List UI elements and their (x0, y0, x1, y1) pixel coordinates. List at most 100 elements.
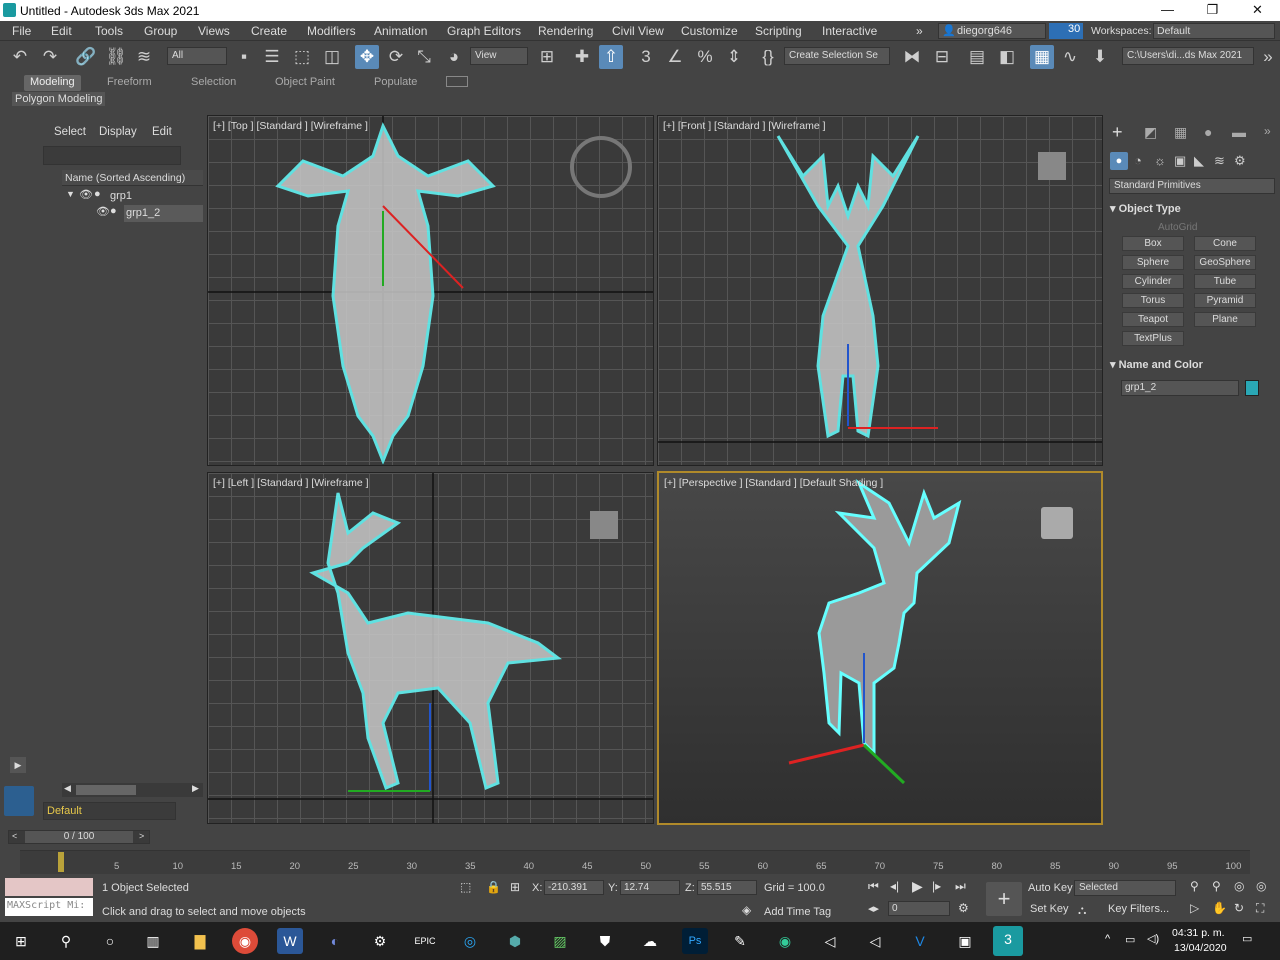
key-filters-button[interactable]: Key Filters... (1108, 903, 1169, 915)
viewcube-icon[interactable] (1041, 507, 1073, 539)
geometry-icon[interactable]: ● (1110, 152, 1128, 170)
y-coordinate-field[interactable]: 12.74 (620, 880, 680, 895)
spacewarps-icon[interactable]: ≋ (1214, 153, 1225, 169)
move-icon[interactable]: ✥ (355, 45, 379, 69)
viewport-label[interactable]: [+] [Left ] [Standard ] [Wireframe ] (213, 477, 369, 489)
prev-key-icon[interactable]: ◂| (890, 879, 899, 893)
textplus-button[interactable]: TextPlus (1122, 331, 1184, 346)
snap-icon[interactable]: 3 (634, 45, 658, 69)
set-key-button[interactable]: Set Key (1030, 903, 1069, 915)
menu-civil-view[interactable]: Civil View (612, 24, 664, 38)
track-bar[interactable]: 5 10 15 20 25 30 35 40 45 50 55 60 65 70 75 80 85 90 95 100 (20, 850, 1250, 874)
app-icon-green[interactable]: ◉ (772, 928, 798, 954)
auto-key-button[interactable]: Auto Key (1028, 882, 1073, 894)
viewport-top[interactable]: [+] [Top ] [Standard ] [Wireframe ] (207, 115, 654, 466)
current-frame-field[interactable]: 0 (888, 901, 950, 916)
epic-games-icon[interactable]: EPIC (412, 928, 438, 954)
curve-editor-icon[interactable]: ∿ (1058, 45, 1082, 69)
viewport-front[interactable]: [+] [Front ] [Standard ] [Wireframe ] (657, 115, 1103, 466)
rotate-icon[interactable]: ⟳ (384, 45, 408, 69)
set-key-big-icon[interactable]: + (986, 882, 1022, 916)
key-set-dropdown[interactable]: Selected (1074, 880, 1176, 896)
menu-customize[interactable]: Customize (681, 24, 738, 38)
soundcloud-icon[interactable]: ☁ (637, 928, 663, 954)
helpers-icon[interactable]: ◣ (1194, 153, 1204, 169)
z-coordinate-field[interactable]: 55.515 (697, 880, 757, 895)
unlink-icon[interactable]: ⛓ (104, 45, 128, 69)
maximize-viewport-icon[interactable]: ⛶ (1256, 901, 1264, 916)
autogrid-checkbox[interactable]: AutoGrid (1158, 222, 1197, 233)
zoom-extents-icon[interactable]: ◎ (1234, 879, 1244, 893)
eye-icon[interactable]: 👁 (96, 205, 110, 218)
key-mode-icon[interactable]: ◂▸ (868, 902, 879, 915)
tab-freeform[interactable]: Freeform (107, 75, 152, 91)
render-setup-icon[interactable]: ⬇ (1088, 45, 1112, 69)
select-object-icon[interactable]: ▪ (232, 45, 256, 69)
hierarchy-tab-icon[interactable]: ▦ (1174, 124, 1187, 141)
app-icon-chart[interactable]: ▨ (547, 928, 573, 954)
menu-modifiers[interactable]: Modifiers (307, 24, 356, 38)
box-button[interactable]: Box (1122, 236, 1184, 251)
color-swatch[interactable] (1245, 380, 1259, 396)
prev-frame-icon[interactable]: < (12, 831, 17, 841)
motion-tab-icon[interactable]: ● (1204, 124, 1212, 140)
3dsmax-taskbar-icon[interactable]: 3 (993, 926, 1023, 956)
viewport-label[interactable]: [+] [Front ] [Standard ] [Wireframe ] (663, 120, 826, 132)
scroll-left-icon[interactable]: ◀ (64, 783, 71, 794)
named-selection-icon[interactable]: {} (756, 45, 780, 69)
maxscript-listener[interactable] (5, 878, 93, 896)
time-config-icon[interactable]: ⚙ (958, 901, 969, 915)
sphere-button[interactable]: Sphere (1122, 255, 1184, 270)
ribbon-options-icon[interactable] (446, 76, 468, 87)
play-icon[interactable]: ▶ (912, 878, 923, 895)
viewport-label[interactable]: [+] [Perspective ] [Standard ] [Default … (664, 477, 883, 489)
pivot-icon[interactable]: ⊞ (535, 45, 559, 69)
menu-graph-editors[interactable]: Graph Editors (447, 24, 521, 38)
modify-tab-icon[interactable]: ◩ (1144, 124, 1157, 141)
cylinder-button[interactable]: Cylinder (1122, 274, 1184, 289)
lock-icon[interactable]: 🔒 (486, 880, 501, 894)
zoom-extents-all-icon[interactable]: ◎ (1256, 879, 1266, 893)
display-tab-icon[interactable]: ▬ (1232, 124, 1246, 140)
mirror-icon[interactable]: ⧓ (900, 45, 924, 69)
volume-icon[interactable]: ◁) (1147, 932, 1159, 945)
eye-icon[interactable]: 👁 (79, 188, 93, 201)
tab-selection[interactable]: Selection (191, 75, 236, 91)
isolate-icon[interactable]: ⬚ (460, 880, 471, 894)
menu-interactive[interactable]: Interactive (822, 24, 877, 38)
unity-hub-icon[interactable]: ◁ (862, 928, 888, 954)
viewport-perspective[interactable]: [+] [Perspective ] [Standard ] [Default … (657, 471, 1103, 825)
render-dot-icon[interactable]: ● (110, 205, 117, 217)
window-crossing-icon[interactable]: ◫ (320, 45, 344, 69)
scroll-right-icon[interactable]: ▶ (192, 783, 199, 794)
scroll-thumb[interactable] (76, 785, 136, 795)
network-icon[interactable]: ▭ (1125, 933, 1135, 946)
layer-explorer-icon[interactable]: ◧ (995, 45, 1019, 69)
zoom-icon[interactable]: ⚲ (1190, 879, 1199, 893)
clock-time[interactable]: 04:31 p. m. (1172, 927, 1225, 939)
next-frame-icon[interactable]: > (139, 831, 144, 841)
goto-start-icon[interactable]: ⏮ (868, 879, 879, 894)
time-marker[interactable] (58, 852, 64, 872)
viewcube-compass-icon[interactable] (570, 136, 632, 198)
polygon-modeling-panel[interactable]: Polygon Modeling (12, 92, 106, 106)
keyboard-shortcut-icon[interactable]: ⇧ (599, 45, 623, 69)
user-account[interactable]: 👤 diegorg646 (938, 23, 1046, 39)
column-header[interactable]: Name (Sorted Ascending) (62, 170, 203, 186)
maxscript-field[interactable]: MAXScript Mi: (5, 898, 93, 916)
category-dropdown[interactable]: Standard Primitives (1109, 178, 1275, 194)
cortana-icon[interactable]: ○ (97, 928, 123, 954)
redo-icon[interactable]: ↷ (38, 45, 62, 69)
collapse-arrow-icon[interactable]: ▼ (66, 189, 75, 199)
time-slider[interactable]: < 0 / 100 > (8, 830, 150, 844)
object-name-input[interactable]: grp1_2 (1121, 380, 1239, 396)
scale-icon[interactable]: ⤡ (412, 45, 436, 69)
steam-icon[interactable]: ⚙ (367, 928, 393, 954)
word-icon[interactable]: W (277, 928, 303, 954)
file-explorer-icon[interactable]: ▇ (187, 928, 213, 954)
torus-button[interactable]: Torus (1122, 293, 1184, 308)
viewcube-icon[interactable] (590, 511, 618, 539)
absolute-mode-icon[interactable]: ⊞ (510, 880, 520, 894)
cameras-icon[interactable]: ▣ (1174, 153, 1186, 169)
utilities-more-icon[interactable]: » (1264, 124, 1271, 138)
